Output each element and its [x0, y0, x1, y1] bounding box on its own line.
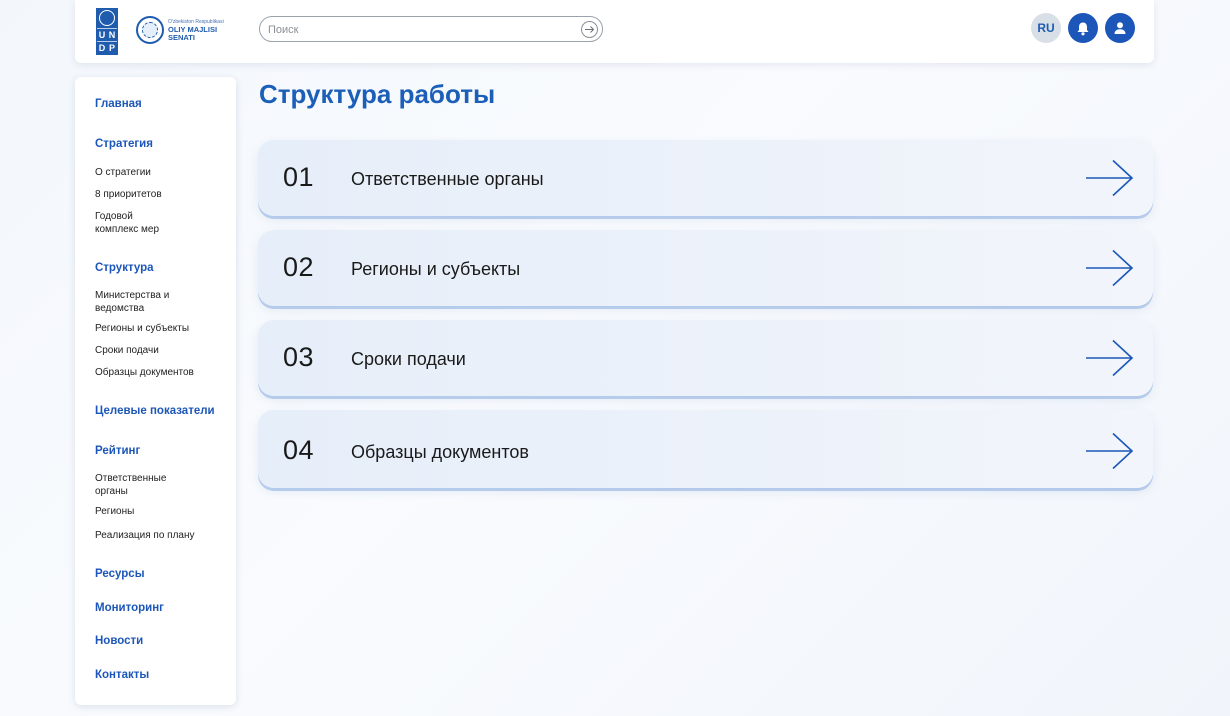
sidebar-item-news[interactable]: Новости [95, 635, 143, 647]
sidebar-item-structure[interactable]: Структура [95, 262, 154, 274]
sidebar: Главная Стратегия О стратегии 8 приорите… [75, 77, 236, 705]
arrow-right-icon [1086, 339, 1134, 377]
profile-button[interactable] [1105, 13, 1135, 43]
structure-card-3[interactable]: 03 Сроки подачи [258, 320, 1153, 396]
sidebar-subitem-responsible-bodies[interactable]: Ответственные органы [95, 472, 175, 498]
structure-card-2[interactable]: 02 Регионы и субъекты [258, 230, 1153, 306]
un-emblem-icon [99, 10, 115, 26]
sidebar-subitem-rating-regions[interactable]: Регионы [95, 505, 215, 518]
card-number: 01 [283, 162, 315, 192]
user-icon [1114, 22, 1126, 34]
search-submit-button[interactable] [581, 21, 598, 38]
structure-card-1[interactable]: 01 Ответственные органы [258, 140, 1153, 216]
sidebar-subitem-priorities[interactable]: 8 приоритетов [95, 188, 215, 201]
sidebar-item-contacts[interactable]: Контакты [95, 669, 149, 681]
sidebar-subitem-ministries[interactable]: Министерства и ведомства [95, 289, 175, 315]
card-number: 02 [283, 252, 315, 282]
top-header: U N D P O'zbekiston Respublikasi OLIY MA… [75, 0, 1154, 63]
sidebar-item-resources[interactable]: Ресурсы [95, 568, 145, 580]
structure-card-4[interactable]: 04 Образцы документов [258, 410, 1153, 488]
sidebar-subitem-plan-implementation[interactable]: Реализация по плану [95, 529, 215, 542]
undp-letters: U N D P [97, 28, 117, 53]
sidebar-item-targets[interactable]: Целевые показатели [95, 405, 215, 417]
undp-logo[interactable]: U N D P [96, 8, 118, 55]
sidebar-subitem-about-strategy[interactable]: О стратегии [95, 166, 215, 179]
search-input[interactable] [268, 21, 568, 38]
card-label: Ответственные органы [351, 169, 544, 189]
page-title: Структура работы [259, 79, 496, 109]
senate-logo-title-2: SENATI [168, 33, 195, 42]
sidebar-subitem-regions[interactable]: Регионы и субъекты [95, 322, 215, 335]
card-number: 03 [283, 342, 315, 372]
card-label: Образцы документов [351, 442, 529, 462]
sidebar-item-strategy[interactable]: Стратегия [95, 138, 153, 150]
arrow-right-icon [585, 26, 595, 33]
card-label: Регионы и субъекты [351, 259, 521, 279]
sidebar-subitem-document-templates[interactable]: Образцы документов [95, 366, 215, 379]
sidebar-item-monitoring[interactable]: Мониторинг [95, 602, 164, 614]
card-label: Сроки подачи [351, 349, 466, 369]
senate-logo[interactable]: O'zbekiston Respublikasi OLIY MAJLISI SE… [136, 16, 224, 44]
arrow-right-icon [1086, 249, 1134, 287]
sidebar-item-home[interactable]: Главная [95, 98, 142, 110]
arrow-right-icon [1086, 159, 1134, 197]
sidebar-item-rating[interactable]: Рейтинг [95, 445, 140, 457]
sidebar-subitem-deadlines[interactable]: Сроки подачи [95, 344, 215, 357]
search-box [259, 16, 603, 42]
bell-icon [1077, 22, 1089, 35]
card-number: 04 [283, 435, 315, 465]
senate-seal-icon [136, 16, 164, 44]
sidebar-subitem-annual-measures[interactable]: Годовой комплекс мер [95, 210, 175, 236]
language-button[interactable]: RU [1031, 13, 1061, 43]
notifications-button[interactable] [1068, 13, 1098, 43]
arrow-right-icon [1086, 432, 1134, 470]
